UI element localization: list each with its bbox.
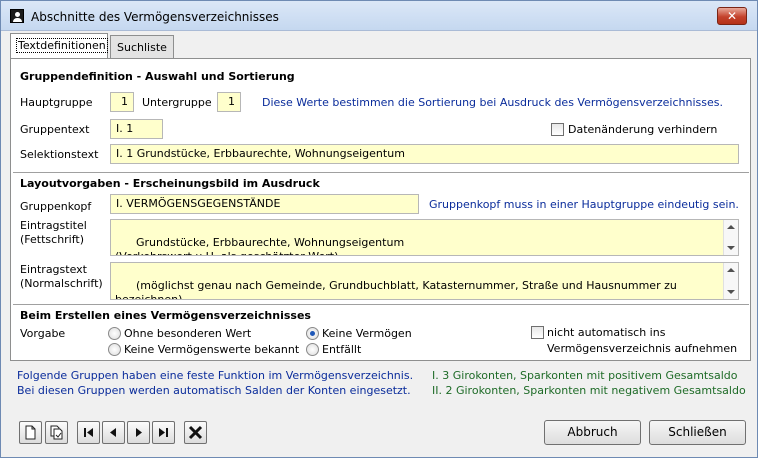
eintragstitel-sublabel: (Fettschrift): [20, 233, 85, 246]
eintragstitel-label: Eintragstitel: [20, 219, 87, 232]
radio-keine-vermoegenswerte[interactable]: [108, 343, 121, 356]
gruppenkopf-label: Gruppenkopf: [20, 200, 92, 213]
hauptgruppe-label: Hauptgruppe: [20, 96, 93, 109]
dialog-window: Abschnitte des Vermögensverzeichnisses ✕…: [0, 0, 758, 458]
radio-entfaellt-label: Entfällt: [322, 343, 362, 356]
eintragstext-label: Eintragstext: [20, 263, 87, 276]
skip-last-icon: [159, 428, 168, 437]
eintragstext-scrollbar[interactable]: [723, 263, 738, 299]
eintragstext-textarea[interactable]: (möglichst genau nach Gemeinde, Grundbuc…: [110, 262, 739, 300]
window-title: Abschnitte des Vermögensverzeichnisses: [31, 10, 279, 24]
previous-record-button[interactable]: [102, 421, 125, 444]
nicht-automatisch-label: nicht automatisch ins: [547, 326, 666, 339]
info-line-1: Folgende Gruppen haben eine feste Funkti…: [17, 369, 414, 382]
datenaenderung-checkbox[interactable]: [551, 123, 564, 136]
last-record-button[interactable]: [152, 421, 175, 444]
copy-record-button[interactable]: [45, 421, 68, 444]
vorgabe-label: Vorgabe: [20, 327, 66, 340]
tab-panel: Gruppendefinition - Auswahl und Sortieru…: [10, 58, 751, 361]
datenaenderung-label: Datenänderung verhindern: [568, 123, 718, 136]
radio-keine-vermoegen-label: Keine Vermögen: [322, 327, 412, 340]
copy-document-icon: [50, 425, 63, 440]
eintragstitel-textarea[interactable]: Grundstücke, Erbbaurechte, Wohnungseigen…: [110, 219, 739, 256]
radio-entfaellt[interactable]: [306, 343, 319, 356]
eintragstext-sublabel: (Normalschrift): [20, 277, 103, 290]
abbruch-button[interactable]: Abbruch: [544, 420, 641, 445]
section-title-erstellen: Beim Erstellen eines Vermögensverzeichni…: [20, 309, 311, 322]
new-record-button[interactable]: [19, 421, 42, 444]
selektionstext-input[interactable]: I. 1 Grundstücke, Erbbaurechte, Wohnungs…: [110, 144, 739, 164]
radio-ohne-besonderen-wert-label: Ohne besonderen Wert: [124, 327, 252, 340]
first-record-button[interactable]: [77, 421, 100, 444]
section-title-layoutvorgaben: Layoutvorgaben - Erscheinungsbild im Aus…: [20, 177, 320, 190]
next-record-button[interactable]: [127, 421, 150, 444]
section-title-gruppendefinition: Gruppendefinition - Auswahl und Sortieru…: [20, 70, 295, 83]
schliessen-button[interactable]: Schließen: [649, 420, 746, 445]
gruppentext-input[interactable]: I. 1: [110, 119, 163, 139]
delete-record-button[interactable]: [184, 421, 207, 444]
eintragstitel-text: Grundstücke, Erbbaurechte, Wohnungseigen…: [115, 236, 405, 255]
untergruppe-input[interactable]: 1: [217, 92, 241, 112]
eintragstitel-scrollbar[interactable]: [723, 220, 738, 255]
gruppenkopf-input[interactable]: I. VERMÖGENSGEGENSTÄNDE: [110, 194, 419, 214]
scroll-down-arrow-icon[interactable]: [727, 290, 735, 294]
radio-keine-vermoegenswerte-label: Keine Vermögenswerte bekannt: [124, 343, 300, 356]
radio-keine-vermoegen[interactable]: [306, 327, 319, 340]
gruppentext-label: Gruppentext: [20, 123, 90, 136]
title-bar: Abschnitte des Vermögensverzeichnisses ✕: [1, 1, 757, 31]
scroll-up-arrow-icon[interactable]: [727, 268, 735, 272]
next-icon: [136, 428, 142, 437]
nicht-automatisch-checkbox[interactable]: [531, 326, 544, 339]
tab-suchliste[interactable]: Suchliste: [110, 35, 174, 59]
radio-ohne-besonderen-wert[interactable]: [108, 327, 121, 340]
nicht-automatisch-label-2: Vermögensverzeichnis aufnehmen: [547, 342, 738, 355]
hauptgruppe-input[interactable]: 1: [110, 92, 134, 112]
scroll-up-arrow-icon[interactable]: [727, 225, 735, 229]
info-right-2: II. 2 Girokonten, Sparkonten mit negativ…: [432, 384, 746, 397]
untergruppe-label: Untergruppe: [142, 96, 212, 109]
close-window-button[interactable]: ✕: [717, 7, 747, 25]
section-divider: [13, 304, 749, 305]
delete-x-icon: [188, 425, 203, 440]
info-line-2: Bei diesen Gruppen werden automatisch Sa…: [17, 384, 411, 397]
skip-first-icon: [84, 428, 93, 437]
gruppenkopf-hint-text: Gruppenkopf muss in einer Hauptgruppe ei…: [429, 198, 739, 211]
scroll-down-arrow-icon[interactable]: [727, 246, 735, 250]
eintragstext-text: (möglichst genau nach Gemeinde, Grundbuc…: [115, 279, 681, 300]
new-document-icon: [25, 425, 36, 440]
selektionstext-label: Selektionstext: [20, 148, 99, 161]
tab-textdefinitionen[interactable]: Textdefinitionen: [10, 33, 108, 59]
app-person-icon: [10, 9, 24, 23]
sort-hint-text: Diese Werte bestimmen die Sortierung bei…: [262, 96, 723, 109]
section-divider: [13, 172, 749, 173]
previous-icon: [110, 428, 116, 437]
info-right-1: I. 3 Girokonten, Sparkonten mit positive…: [432, 369, 738, 382]
